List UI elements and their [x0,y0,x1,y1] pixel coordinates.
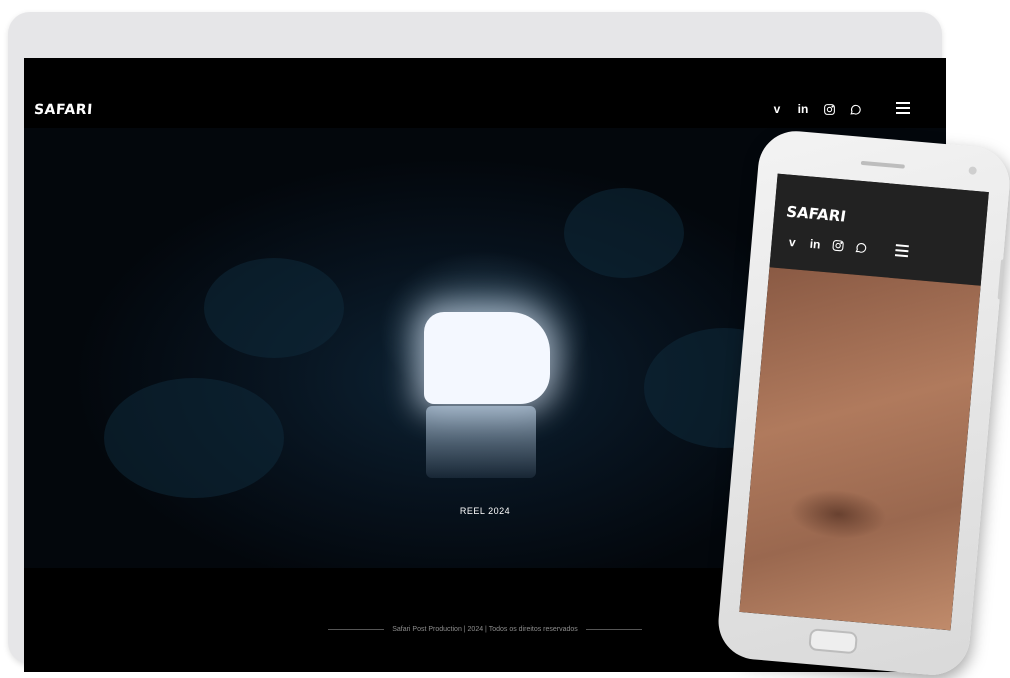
phone-speaker [860,160,905,169]
linkedin-icon[interactable]: in [796,102,810,116]
glowing-animal-silhouette [424,312,550,404]
mobile-hero-image[interactable] [739,267,981,631]
site-header: SAFARI v in [24,58,946,128]
vimeo-icon[interactable]: v [785,234,799,249]
foliage-shape [104,378,284,498]
vimeo-icon[interactable]: v [770,102,784,116]
whatsapp-icon[interactable] [854,241,868,255]
mobile-mockup-frame: SAFARI v in [715,128,1010,678]
phone-camera [968,166,978,175]
instagram-icon[interactable] [831,239,845,253]
footer-divider [328,629,385,630]
instagram-icon[interactable] [822,102,836,116]
foliage-shape [564,188,684,278]
mobile-screen: SAFARI v in [739,173,989,631]
phone-home-button [808,628,858,655]
hamburger-menu-icon[interactable] [894,244,909,258]
mobile-header: SAFARI v in [769,173,989,286]
water-reflection [426,406,536,478]
mobile-social-links: v in [785,234,868,255]
mobile-logo[interactable]: SAFARI [785,203,847,226]
phone-side-button [997,259,1006,300]
footer-text: Safari Post Production | 2024 | Todos os… [392,626,578,633]
social-links: v in [770,102,862,116]
hamburger-menu-icon[interactable] [896,102,910,114]
logo[interactable]: SAFARI [33,102,93,118]
foliage-shape [204,258,344,358]
footer-divider [585,629,642,630]
whatsapp-icon[interactable] [848,102,862,116]
linkedin-icon[interactable]: in [808,236,822,251]
